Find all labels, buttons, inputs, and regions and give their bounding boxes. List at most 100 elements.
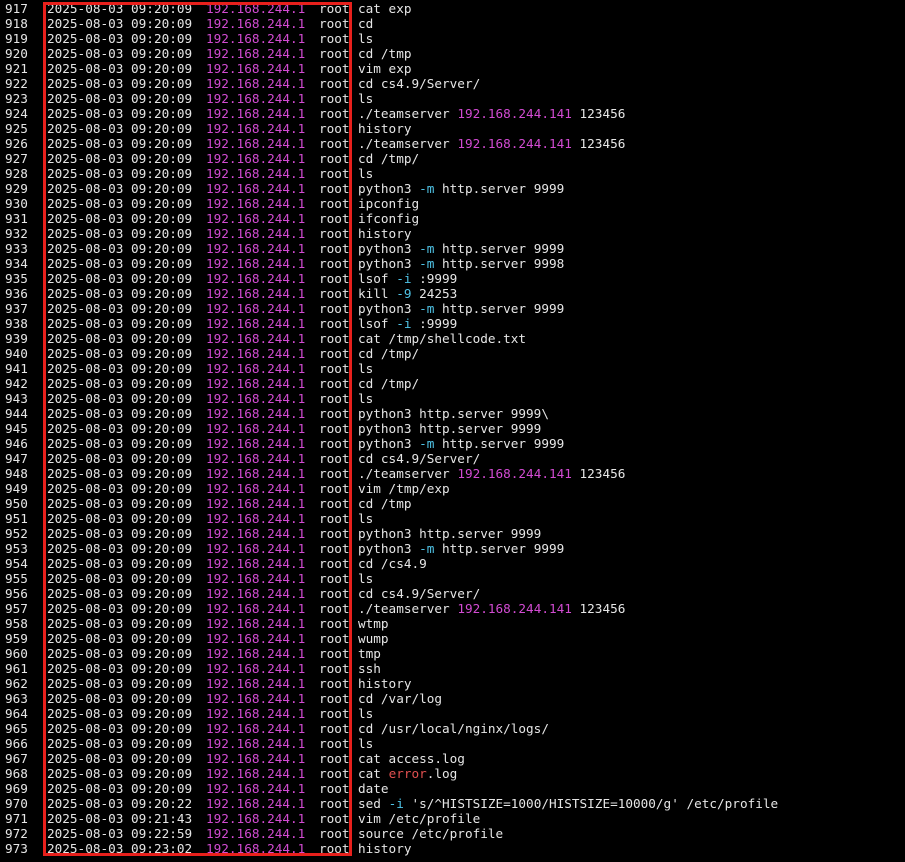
command-flag-token: -m (419, 301, 435, 316)
command-token: ls (358, 166, 374, 181)
username: root (319, 316, 350, 331)
command-token: python3 (358, 541, 420, 556)
line-number: 946 (5, 436, 28, 451)
history-line: 935 2025-08-03 09:20:09 192.168.244.1 root l… (0, 271, 905, 286)
username: root (319, 466, 350, 481)
username: root (319, 676, 350, 691)
username: root (319, 241, 350, 256)
timestamp: 2025-08-03 09:20:09 (47, 421, 193, 436)
history-line: 972 2025-08-03 09:22:59 192.168.244.1 root s… (0, 826, 905, 841)
history-line: 926 2025-08-03 09:20:09 192.168.244.1 root.… (0, 136, 905, 151)
username: root (319, 736, 350, 751)
username: root (319, 151, 350, 166)
history-line: 967 2025-08-03 09:20:09 192.168.244.1 root c… (0, 751, 905, 766)
history-line: 919 2025-08-03 09:20:09 192.168.244.1 root l… (0, 31, 905, 46)
timestamp: 2025-08-03 09:20:09 (47, 271, 193, 286)
command-flag-token: -9 (396, 286, 412, 301)
username: root (319, 631, 350, 646)
timestamp: 2025-08-03 09:20:09 (47, 556, 193, 571)
command-text: ifconfig (358, 211, 419, 226)
history-line: 949 2025-08-03 09:20:09 192.168.244.1 root v… (0, 481, 905, 496)
timestamp: 2025-08-03 09:20:09 (47, 166, 193, 181)
command-token: source /etc/profile (358, 826, 504, 841)
command-text: history (358, 676, 411, 691)
history-line: 947 2025-08-03 09:20:09 192.168.244.1 root c… (0, 451, 905, 466)
command-text: ./teamserver 192.168.244.141 123456 (358, 466, 625, 481)
line-number: 938 (5, 316, 28, 331)
source-ip: 192.168.244.1 (206, 496, 306, 511)
timestamp: 2025-08-03 09:20:09 (47, 661, 193, 676)
username: root (319, 661, 350, 676)
line-number: 948 (5, 466, 28, 481)
timestamp: 2025-08-03 09:20:09 (47, 631, 193, 646)
username: root (319, 826, 350, 841)
command-text: cd /tmp/ (358, 346, 419, 361)
history-line: 941 2025-08-03 09:20:09 192.168.244.1 root l… (0, 361, 905, 376)
command-text: wump (358, 631, 389, 646)
timestamp: 2025-08-03 09:20:09 (47, 121, 193, 136)
source-ip: 192.168.244.1 (206, 406, 306, 421)
timestamp: 2025-08-03 09:20:09 (47, 316, 193, 331)
command-token: kill (358, 286, 397, 301)
command-flag-token: -i (396, 316, 412, 331)
line-number: 962 (5, 676, 28, 691)
command-text: vim /etc/profile (358, 811, 480, 826)
username: root (319, 496, 350, 511)
username: root (319, 586, 350, 601)
command-token: ls (358, 706, 374, 721)
username: root (319, 46, 350, 61)
history-line: 970 2025-08-03 09:20:22 192.168.244.1 root s… (0, 796, 905, 811)
line-number: 963 (5, 691, 28, 706)
timestamp: 2025-08-03 09:20:09 (47, 511, 193, 526)
username: root (319, 436, 350, 451)
history-line: 932 2025-08-03 09:20:09 192.168.244.1 root h… (0, 226, 905, 241)
command-ip-token: 192.168.244.141 (457, 466, 572, 481)
line-number: 952 (5, 526, 28, 541)
username: root (319, 541, 350, 556)
timestamp: 2025-08-03 09:20:09 (47, 181, 193, 196)
command-token: ls (358, 391, 374, 406)
command-token: ./teamserver (358, 466, 458, 481)
username: root (319, 256, 350, 271)
source-ip: 192.168.244.1 (206, 166, 306, 181)
command-text: cat access.log (358, 751, 465, 766)
line-number: 935 (5, 271, 28, 286)
timestamp: 2025-08-03 09:20:09 (47, 301, 193, 316)
terminal-window[interactable]: 917 2025-08-03 09:20:09 192.168.244.1 root c… (0, 0, 905, 862)
line-number: 959 (5, 631, 28, 646)
command-token: lsof (358, 271, 397, 286)
command-token: http.server 9999 (434, 181, 565, 196)
username: root (319, 31, 350, 46)
source-ip: 192.168.244.1 (206, 436, 306, 451)
command-token: cd /tmp/ (358, 346, 420, 361)
line-number: 954 (5, 556, 28, 571)
history-line: 930 2025-08-03 09:20:09 192.168.244.1 root i… (0, 196, 905, 211)
history-line: 933 2025-08-03 09:20:09 192.168.244.1 root p… (0, 241, 905, 256)
username: root (319, 76, 350, 91)
line-number: 961 (5, 661, 28, 676)
command-text: cat exp (358, 1, 411, 16)
history-line: 973 2025-08-03 09:23:02 192.168.244.1 root h… (0, 841, 905, 856)
command-token: wtmp (358, 616, 389, 631)
timestamp: 2025-08-03 09:20:09 (47, 376, 193, 391)
source-ip: 192.168.244.1 (206, 466, 306, 481)
history-line: 918 2025-08-03 09:20:09 192.168.244.1 root c… (0, 16, 905, 31)
timestamp: 2025-08-03 09:20:09 (47, 736, 193, 751)
command-text: ./teamserver 192.168.244.141 123456 (358, 106, 625, 121)
source-ip: 192.168.244.1 (206, 661, 306, 676)
command-text: python3 -m http.server 9999 (358, 241, 564, 256)
line-number: 920 (5, 46, 28, 61)
command-token: cat access.log (358, 751, 465, 766)
timestamp: 2025-08-03 09:20:09 (47, 766, 193, 781)
command-token: history (358, 676, 412, 691)
history-line: 921 2025-08-03 09:20:09 192.168.244.1 root v… (0, 61, 905, 76)
timestamp: 2025-08-03 09:20:09 (47, 721, 193, 736)
command-text: history (358, 226, 411, 241)
source-ip: 192.168.244.1 (206, 136, 306, 151)
command-token: python3 (358, 181, 420, 196)
source-ip: 192.168.244.1 (206, 526, 306, 541)
line-number: 973 (5, 841, 28, 856)
history-line: 917 2025-08-03 09:20:09 192.168.244.1 root c… (0, 1, 905, 16)
timestamp: 2025-08-03 09:20:09 (47, 526, 193, 541)
line-number: 953 (5, 541, 28, 556)
